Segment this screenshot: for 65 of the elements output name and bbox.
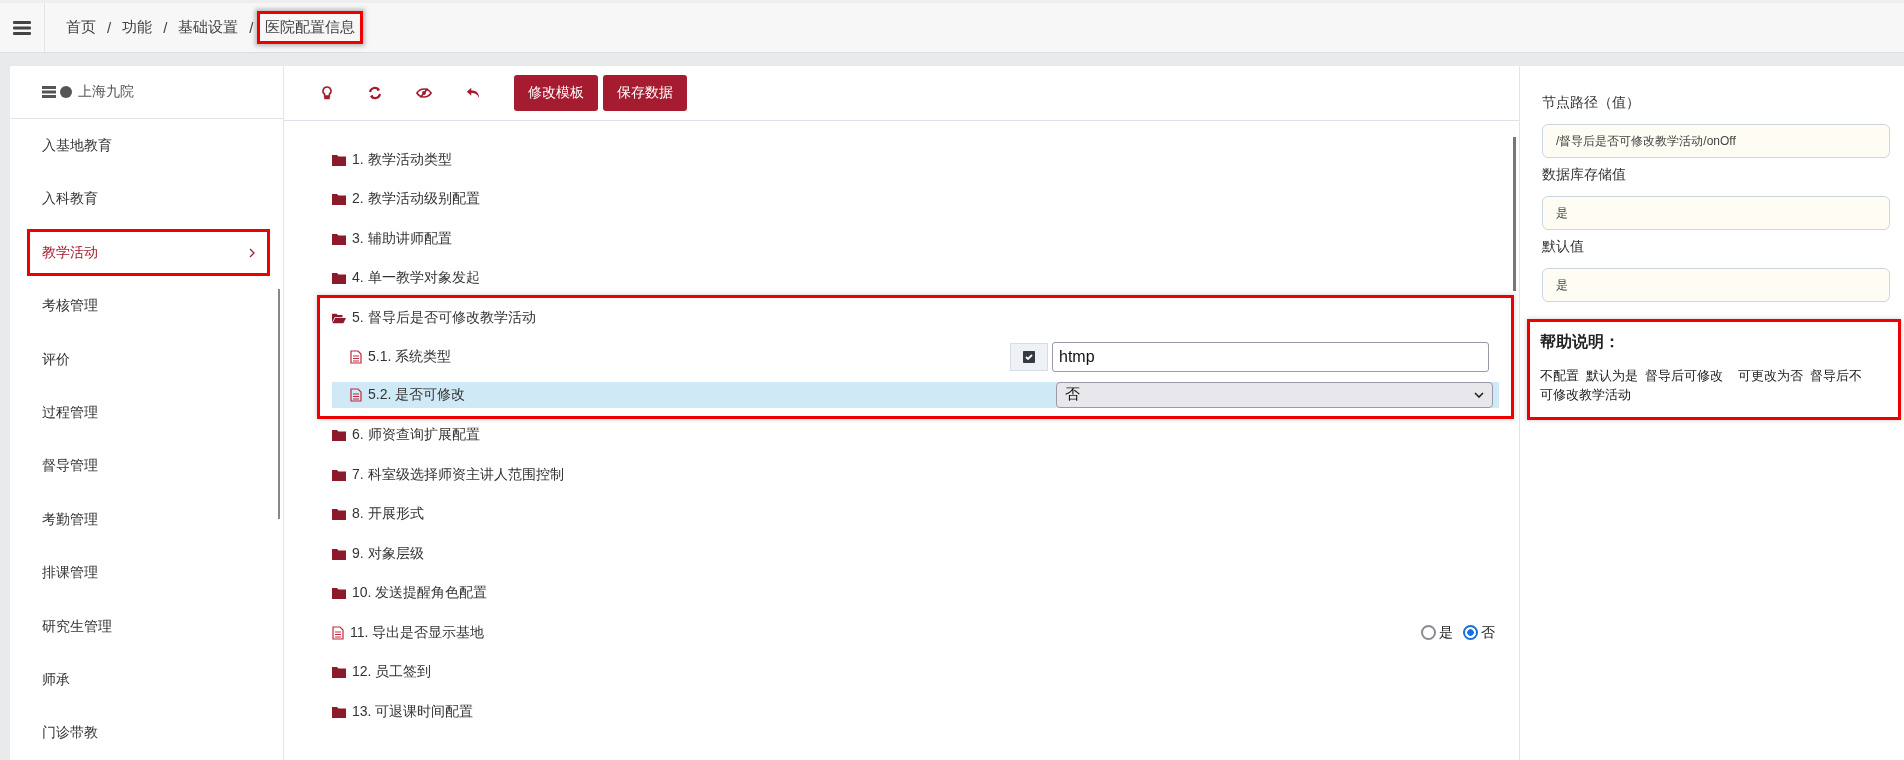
toolbar-button[interactable]: 修改模板 [514,75,598,111]
sidebar-item[interactable]: 研究生管理 [10,599,283,654]
checkbox-addon[interactable] [1010,342,1048,371]
tree-node-label[interactable]: 5. 督导后是否可修改教学活动 [352,308,536,327]
tree-node-label[interactable]: 5.1. 系统类型 [368,347,452,366]
document-icon [332,625,344,640]
tree-node-label[interactable]: 4. 单一教学对象发起 [352,269,480,288]
sidebar-item[interactable]: 考勤管理 [10,493,283,547]
tree-node-label[interactable]: 13. 可退课时间配置 [352,702,474,721]
sidebar-item[interactable]: 考核管理 [10,279,283,333]
radio-label: 是 [1439,623,1453,642]
tree-node-label[interactable]: 9. 对象层级 [352,544,424,563]
tree-node-label[interactable]: 5.2. 是否可修改 [368,385,466,404]
refresh-icon[interactable] [368,86,382,100]
field-label: 数据库存储值 [1542,165,1627,184]
tree-node-label[interactable]: 3. 辅助讲师配置 [352,229,452,248]
sidebar-item[interactable]: 评价 [10,332,283,387]
server-icon [42,86,56,99]
tree-node-label[interactable]: 7. 科室级选择师资主讲人范围控制 [352,465,564,484]
radio-button[interactable] [1421,625,1436,641]
toolbar-button[interactable]: 保存数据 [603,75,687,111]
sidebar-item[interactable]: 门诊带教 [10,706,283,760]
breadcrumb-separator: / [107,19,112,36]
chevron-down-icon [1474,391,1484,398]
field-label: 节点路径（值） [1542,94,1641,112]
readonly-field: /督导后是否可修改教学活动/onOff [1542,124,1890,158]
tree-node-label[interactable]: 12. 员工签到 [352,663,432,682]
breadcrumb-link[interactable]: 医院配置信息 [263,18,356,35]
status-dot-icon [60,86,72,99]
document-icon [350,349,362,364]
radio-button[interactable] [1463,625,1478,641]
readonly-field: 是 [1542,196,1890,230]
tree-node-label[interactable]: 10. 发送提醒角色配置 [352,584,488,603]
tree-node-label[interactable]: 1. 教学活动类型 [352,150,452,169]
breadcrumb-link[interactable]: 基础设置 [177,18,240,37]
sidebar-item[interactable]: 师承 [10,653,283,707]
sidebar-item[interactable]: 排课管理 [10,546,283,600]
sidebar-item[interactable]: 教学活动 [24,226,273,280]
input-field[interactable]: htmp [1052,341,1489,372]
sidebar-item[interactable]: 入基地教育 [10,119,283,173]
breadcrumb-separator: / [163,19,168,36]
eye-slash-icon[interactable] [416,86,432,100]
help-text: 不配置 默认为是 督导后可修改 可更改为否 督导后不可修改教学活动 [1540,367,1864,404]
breadcrumb-separator: / [249,19,254,36]
help-title: 帮助说明： [1540,332,1621,352]
hospital-name: 上海九院 [78,83,134,102]
checkbox[interactable] [1023,350,1035,363]
tree-node-label[interactable]: 11. 导出是否显示基地 [350,623,485,642]
radio-label: 否 [1481,623,1495,642]
readonly-field: 是 [1542,268,1890,302]
reply-arrow-icon[interactable] [466,86,480,100]
chevron-right-icon [249,247,255,258]
sidebar-item[interactable]: 督导管理 [10,439,283,494]
breadcrumb-link[interactable]: 首页 [65,18,97,37]
tree-node-label[interactable]: 6. 师资查询扩展配置 [352,426,480,445]
tree-node-label[interactable]: 8. 开展形式 [352,505,424,524]
lightbulb-icon[interactable] [320,86,334,100]
dropdown-select[interactable]: 否 [1056,381,1493,408]
tree-node-label[interactable]: 2. 教学活动级别配置 [352,190,480,209]
field-label: 默认值 [1542,237,1585,256]
sidebar-item[interactable]: 入科教育 [10,172,283,227]
document-icon [350,387,362,402]
menu-icon[interactable] [13,19,31,36]
breadcrumb-link[interactable]: 功能 [121,18,154,37]
sidebar-item[interactable]: 过程管理 [10,386,283,440]
